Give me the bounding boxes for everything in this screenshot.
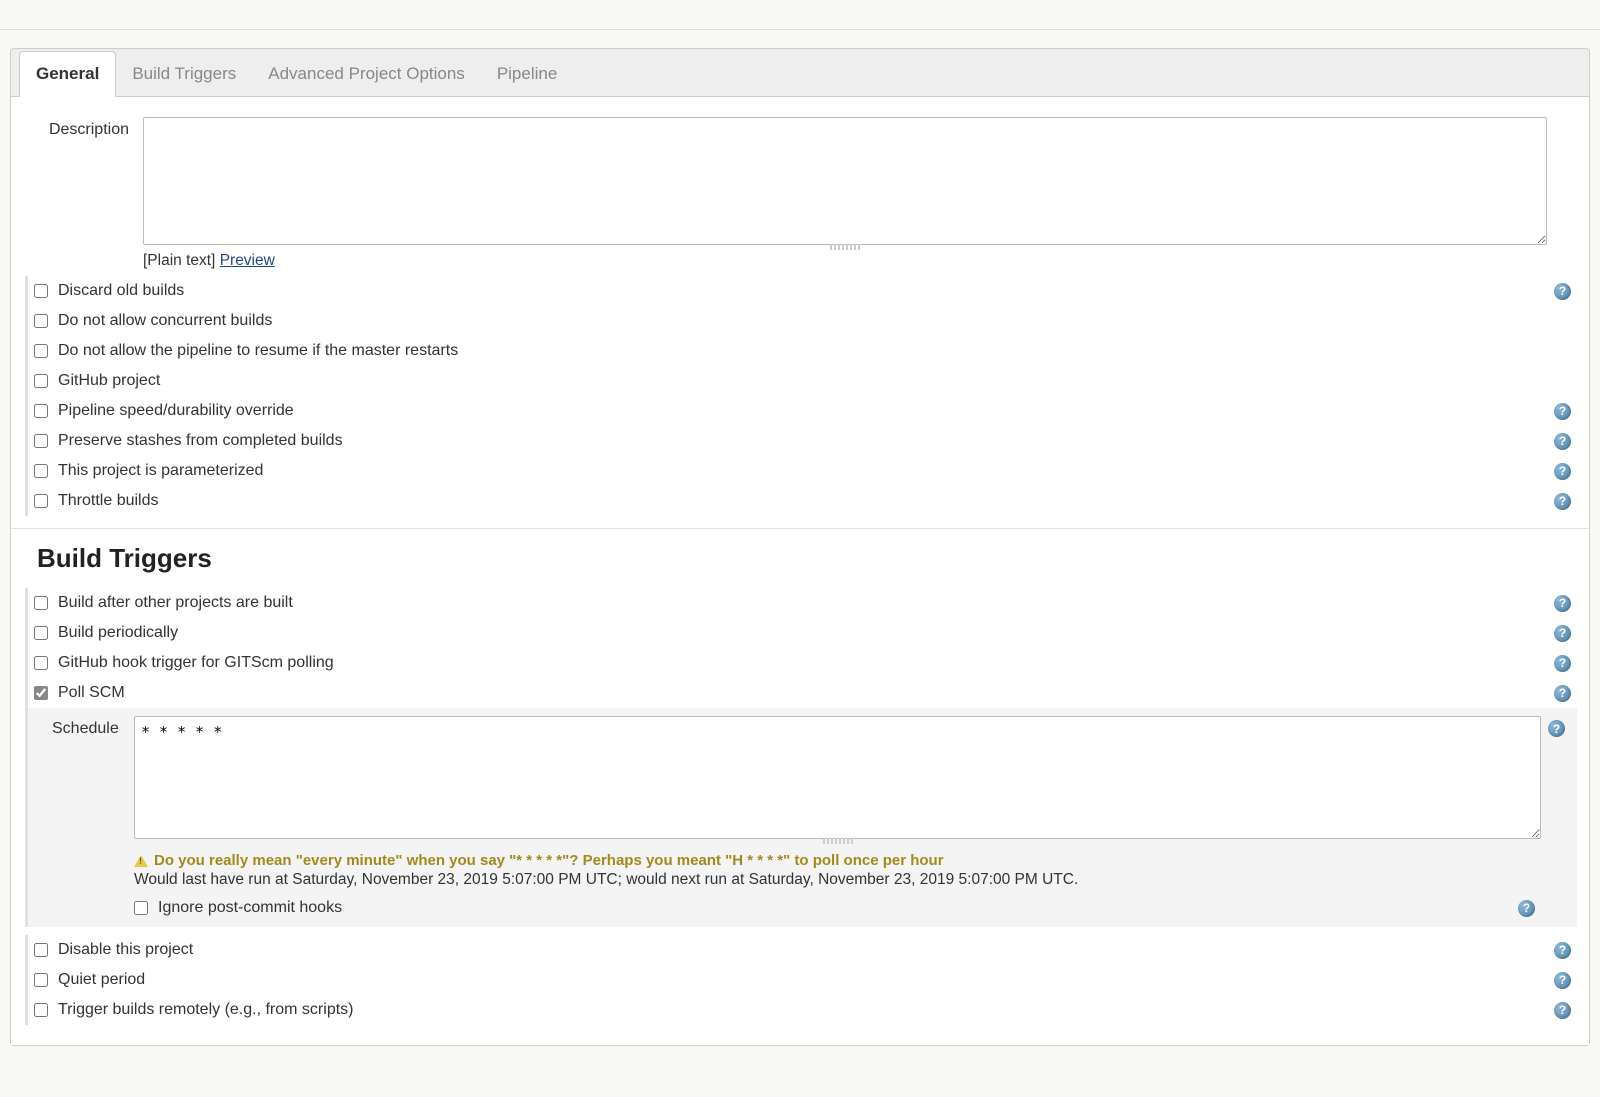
quiet-period-checkbox[interactable] [34,973,48,987]
general-options-section: Discard old builds ? Do not allow concur… [25,276,1577,516]
help-icon[interactable]: ? [1554,433,1571,450]
no-concurrent-label[interactable]: Do not allow concurrent builds [58,312,272,330]
config-panel: General Build Triggers Advanced Project … [10,48,1590,1046]
plain-text-label: [Plain text] [143,252,220,269]
no-resume-checkbox[interactable] [34,344,48,358]
resize-grip-icon[interactable] [823,838,853,844]
page-wrap: General Build Triggers Advanced Project … [0,30,1600,1056]
poll-scm-label[interactable]: Poll SCM [58,684,125,702]
build-after-label[interactable]: Build after other projects are built [58,594,293,612]
throttle-checkbox[interactable] [34,494,48,508]
disable-project-row: Disable this project ? [34,935,1577,965]
github-hook-checkbox[interactable] [34,656,48,670]
ignore-hooks-checkbox[interactable] [134,901,148,915]
bottom-options-section: Disable this project ? Quiet period ? Tr… [25,935,1577,1025]
parameterized-row: This project is parameterized ? [34,456,1577,486]
resize-grip-icon[interactable] [830,244,860,250]
no-concurrent-row: Do not allow concurrent builds [34,306,1577,336]
build-periodically-label[interactable]: Build periodically [58,624,178,642]
speed-durability-checkbox[interactable] [34,404,48,418]
warning-icon [134,855,148,867]
build-periodically-checkbox[interactable] [34,626,48,640]
description-textarea[interactable] [143,117,1547,245]
preserve-stashes-checkbox[interactable] [34,434,48,448]
tab-pipeline[interactable]: Pipeline [481,52,574,96]
speed-durability-row: Pipeline speed/durability override ? [34,396,1577,426]
parameterized-label[interactable]: This project is parameterized [58,462,263,480]
no-resume-label[interactable]: Do not allow the pipeline to resume if t… [58,342,458,360]
preview-link[interactable]: Preview [220,252,275,269]
build-after-checkbox[interactable] [34,596,48,610]
poll-scm-row: Poll SCM ? [34,678,1577,708]
speed-durability-label[interactable]: Pipeline speed/durability override [58,402,294,420]
build-periodically-row: Build periodically ? [34,618,1577,648]
no-concurrent-checkbox[interactable] [34,314,48,328]
help-icon[interactable]: ? [1554,463,1571,480]
top-bar [0,0,1600,30]
help-icon[interactable]: ? [1554,1002,1571,1019]
tab-bar: General Build Triggers Advanced Project … [11,49,1589,97]
github-hook-row: GitHub hook trigger for GITScm polling ? [34,648,1577,678]
help-icon[interactable]: ? [1554,403,1571,420]
disable-project-checkbox[interactable] [34,943,48,957]
description-label: Description [23,117,143,139]
poll-scm-checkbox[interactable] [34,686,48,700]
config-body: Description [Plain text] Preview Discard… [11,97,1589,1045]
help-icon[interactable]: ? [1554,685,1571,702]
preserve-stashes-row: Preserve stashes from completed builds ? [34,426,1577,456]
schedule-textarea[interactable] [134,716,1541,839]
quiet-period-label[interactable]: Quiet period [58,971,145,989]
schedule-label: Schedule [34,716,134,738]
preserve-stashes-label[interactable]: Preserve stashes from completed builds [58,432,343,450]
help-icon[interactable]: ? [1554,655,1571,672]
throttle-label[interactable]: Throttle builds [58,492,159,510]
build-after-row: Build after other projects are built ? [34,588,1577,618]
help-icon[interactable]: ? [1554,283,1571,300]
schedule-warning-text: Do you really mean "every minute" when y… [154,852,944,869]
schedule-section: Schedule Do you really mean "every minut… [25,708,1577,927]
quiet-period-row: Quiet period ? [34,965,1577,995]
section-divider [11,528,1589,529]
github-hook-label[interactable]: GitHub hook trigger for GITScm polling [58,654,334,672]
ignore-hooks-label[interactable]: Ignore post-commit hooks [158,899,342,917]
build-triggers-section: Build after other projects are built ? B… [25,588,1577,708]
disable-project-label[interactable]: Disable this project [58,941,193,959]
help-icon[interactable]: ? [1518,900,1535,917]
parameterized-checkbox[interactable] [34,464,48,478]
trigger-remote-row: Trigger builds remotely (e.g., from scri… [34,995,1577,1025]
no-resume-row: Do not allow the pipeline to resume if t… [34,336,1577,366]
github-project-checkbox[interactable] [34,374,48,388]
trigger-remote-checkbox[interactable] [34,1003,48,1017]
description-row: Description [Plain text] Preview [23,117,1577,270]
discard-old-builds-row: Discard old builds ? [34,276,1577,306]
github-project-row: GitHub project [34,366,1577,396]
tab-advanced-project-options[interactable]: Advanced Project Options [252,52,481,96]
help-icon[interactable]: ? [1554,595,1571,612]
help-icon[interactable]: ? [1554,493,1571,510]
schedule-info: Would last have run at Saturday, Novembe… [134,871,1541,889]
trigger-remote-label[interactable]: Trigger builds remotely (e.g., from scri… [58,1001,353,1019]
github-project-label[interactable]: GitHub project [58,372,160,390]
build-triggers-heading: Build Triggers [37,543,1577,574]
tab-general[interactable]: General [19,51,116,97]
discard-old-builds-checkbox[interactable] [34,284,48,298]
schedule-warning: Do you really mean "every minute" when y… [134,852,1541,869]
throttle-row: Throttle builds ? [34,486,1577,516]
help-icon[interactable]: ? [1554,972,1571,989]
tab-build-triggers[interactable]: Build Triggers [116,52,252,96]
description-format-line: [Plain text] Preview [143,252,1547,270]
help-icon[interactable]: ? [1548,720,1565,737]
discard-old-builds-label[interactable]: Discard old builds [58,282,184,300]
help-icon[interactable]: ? [1554,625,1571,642]
schedule-row: Schedule Do you really mean "every minut… [34,716,1571,919]
help-icon[interactable]: ? [1554,942,1571,959]
ignore-hooks-row: Ignore post-commit hooks ? [134,889,1541,919]
